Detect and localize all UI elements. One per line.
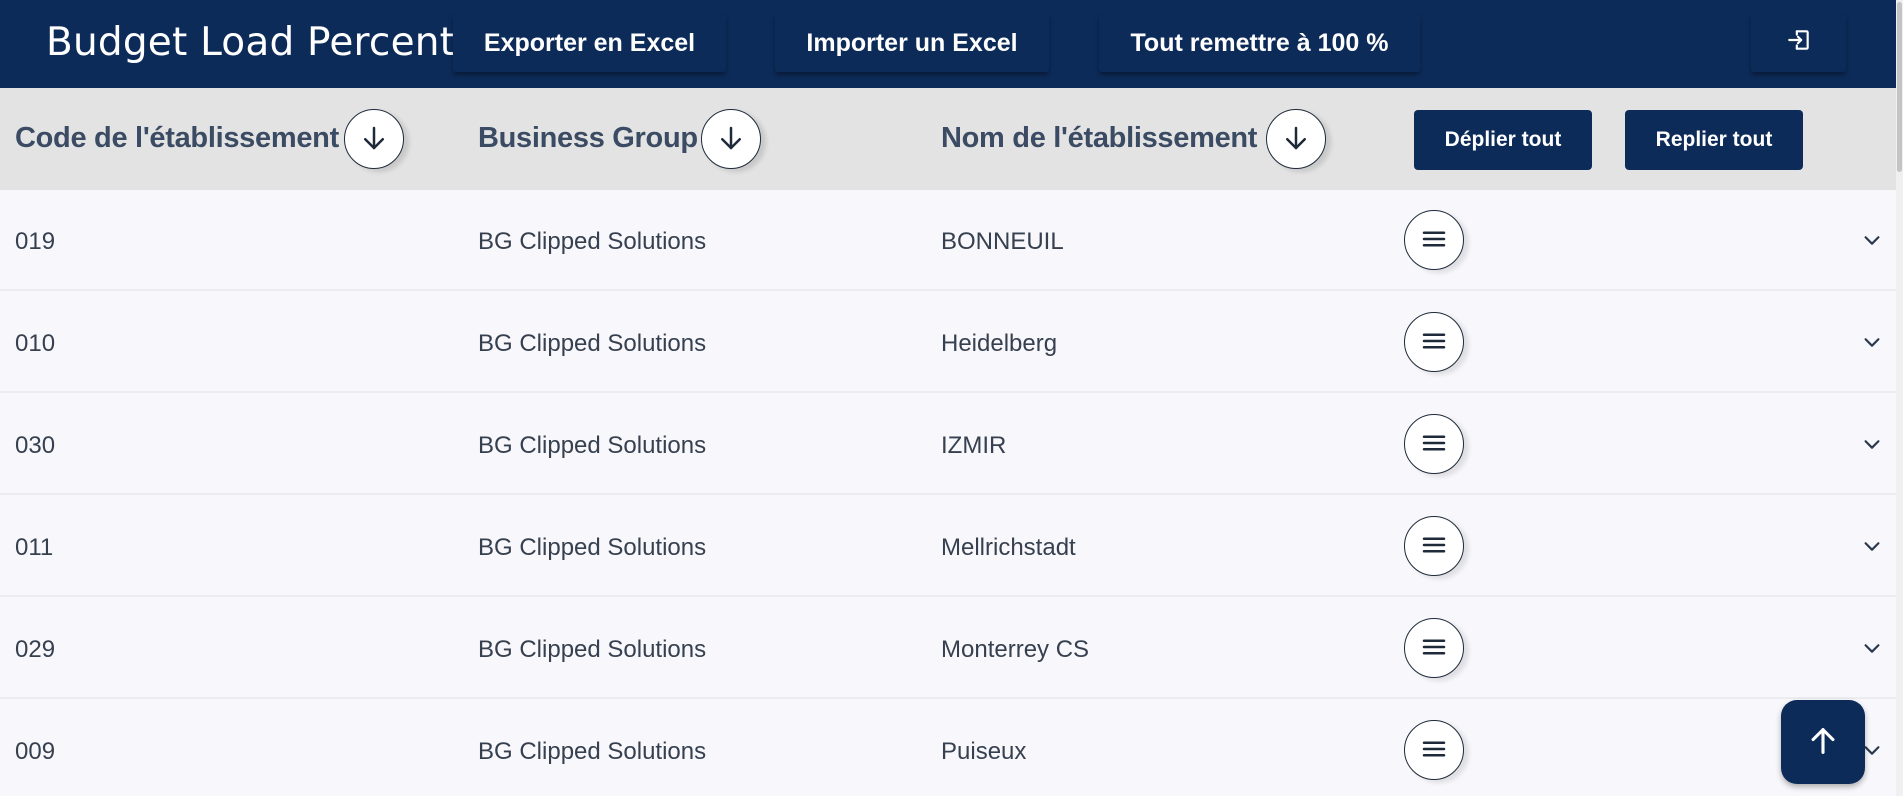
cell-code: 009 — [15, 738, 56, 765]
menu-icon — [1419, 428, 1449, 461]
row-menu-button[interactable] — [1404, 720, 1464, 780]
cell-name: Mellrichstadt — [941, 534, 1076, 561]
arrow-down-icon — [716, 123, 746, 156]
menu-icon — [1419, 632, 1449, 665]
cell-code: 029 — [15, 636, 56, 663]
export-excel-button[interactable]: Exporter en Excel — [453, 14, 726, 72]
cell-business-group: BG Clipped Solutions — [478, 432, 707, 459]
cell-code: 010 — [15, 330, 56, 357]
cell-code: 011 — [15, 534, 54, 561]
scrollbar-thumb[interactable] — [1897, 2, 1902, 172]
cell-business-group: BG Clipped Solutions — [478, 330, 707, 357]
cell-name: Heidelberg — [941, 330, 1058, 357]
cell-business-group: BG Clipped Solutions — [478, 636, 707, 663]
cell-business-group: BG Clipped Solutions — [478, 738, 707, 765]
arrow-up-icon — [1806, 724, 1840, 761]
row-menu-button[interactable] — [1404, 312, 1464, 372]
column-header-name: Nom de l'établissement — [941, 122, 1258, 154]
app-title: Budget Load Percent — [46, 20, 456, 65]
collapse-all-button[interactable]: Replier tout — [1625, 110, 1803, 170]
row-menu-button[interactable] — [1404, 516, 1464, 576]
column-header-code: Code de l'établissement — [15, 122, 339, 154]
sort-business-group-button[interactable] — [701, 109, 761, 169]
chevron-down-icon[interactable] — [1858, 328, 1886, 356]
cell-business-group: BG Clipped Solutions — [478, 228, 707, 255]
menu-icon — [1419, 224, 1449, 257]
scroll-to-top-button[interactable] — [1781, 700, 1865, 784]
row-menu-button[interactable] — [1404, 414, 1464, 474]
cell-business-group: BG Clipped Solutions — [478, 534, 707, 561]
row-menu-button[interactable] — [1404, 210, 1464, 270]
sort-name-button[interactable] — [1266, 109, 1326, 169]
chevron-down-icon[interactable] — [1858, 634, 1886, 662]
menu-icon — [1419, 530, 1449, 563]
cell-name: Monterrey CS — [941, 636, 1090, 663]
logout-icon — [1786, 27, 1812, 60]
menu-icon — [1419, 734, 1449, 767]
top-app-bar: Budget Load Percent Exporter en Excel Im… — [0, 0, 1896, 88]
table-row[interactable]: 029 BG Clipped Solutions Monterrey CS — [0, 598, 1896, 699]
table-row[interactable]: 010 BG Clipped Solutions Heidelberg — [0, 292, 1896, 393]
table-row[interactable]: 019 BG Clipped Solutions BONNEUIL — [0, 190, 1896, 291]
column-header-business-group: Business Group — [478, 122, 698, 154]
sort-code-button[interactable] — [344, 109, 404, 169]
chevron-down-icon[interactable] — [1858, 226, 1886, 254]
cell-code: 019 — [15, 228, 56, 255]
menu-icon — [1419, 326, 1449, 359]
expand-all-button[interactable]: Déplier tout — [1414, 110, 1592, 170]
logout-button[interactable] — [1751, 14, 1846, 72]
cell-code: 030 — [15, 432, 56, 459]
cell-name: BONNEUIL — [941, 228, 1064, 255]
table-row[interactable]: 030 BG Clipped Solutions IZMIR — [0, 394, 1896, 495]
arrow-down-icon — [359, 123, 389, 156]
table-row[interactable]: 011 BG Clipped Solutions Mellrichstadt — [0, 496, 1896, 597]
table-row[interactable]: 009 BG Clipped Solutions Puiseux — [0, 700, 1896, 796]
import-excel-button[interactable]: Importer un Excel — [775, 14, 1049, 72]
cell-name: IZMIR — [941, 432, 1007, 459]
chevron-down-icon[interactable] — [1858, 430, 1886, 458]
row-menu-button[interactable] — [1404, 618, 1464, 678]
cell-name: Puiseux — [941, 738, 1027, 765]
reset-all-100-button[interactable]: Tout remettre à 100 % — [1099, 14, 1420, 72]
chevron-down-icon[interactable] — [1858, 532, 1886, 560]
arrow-down-icon — [1281, 123, 1311, 156]
